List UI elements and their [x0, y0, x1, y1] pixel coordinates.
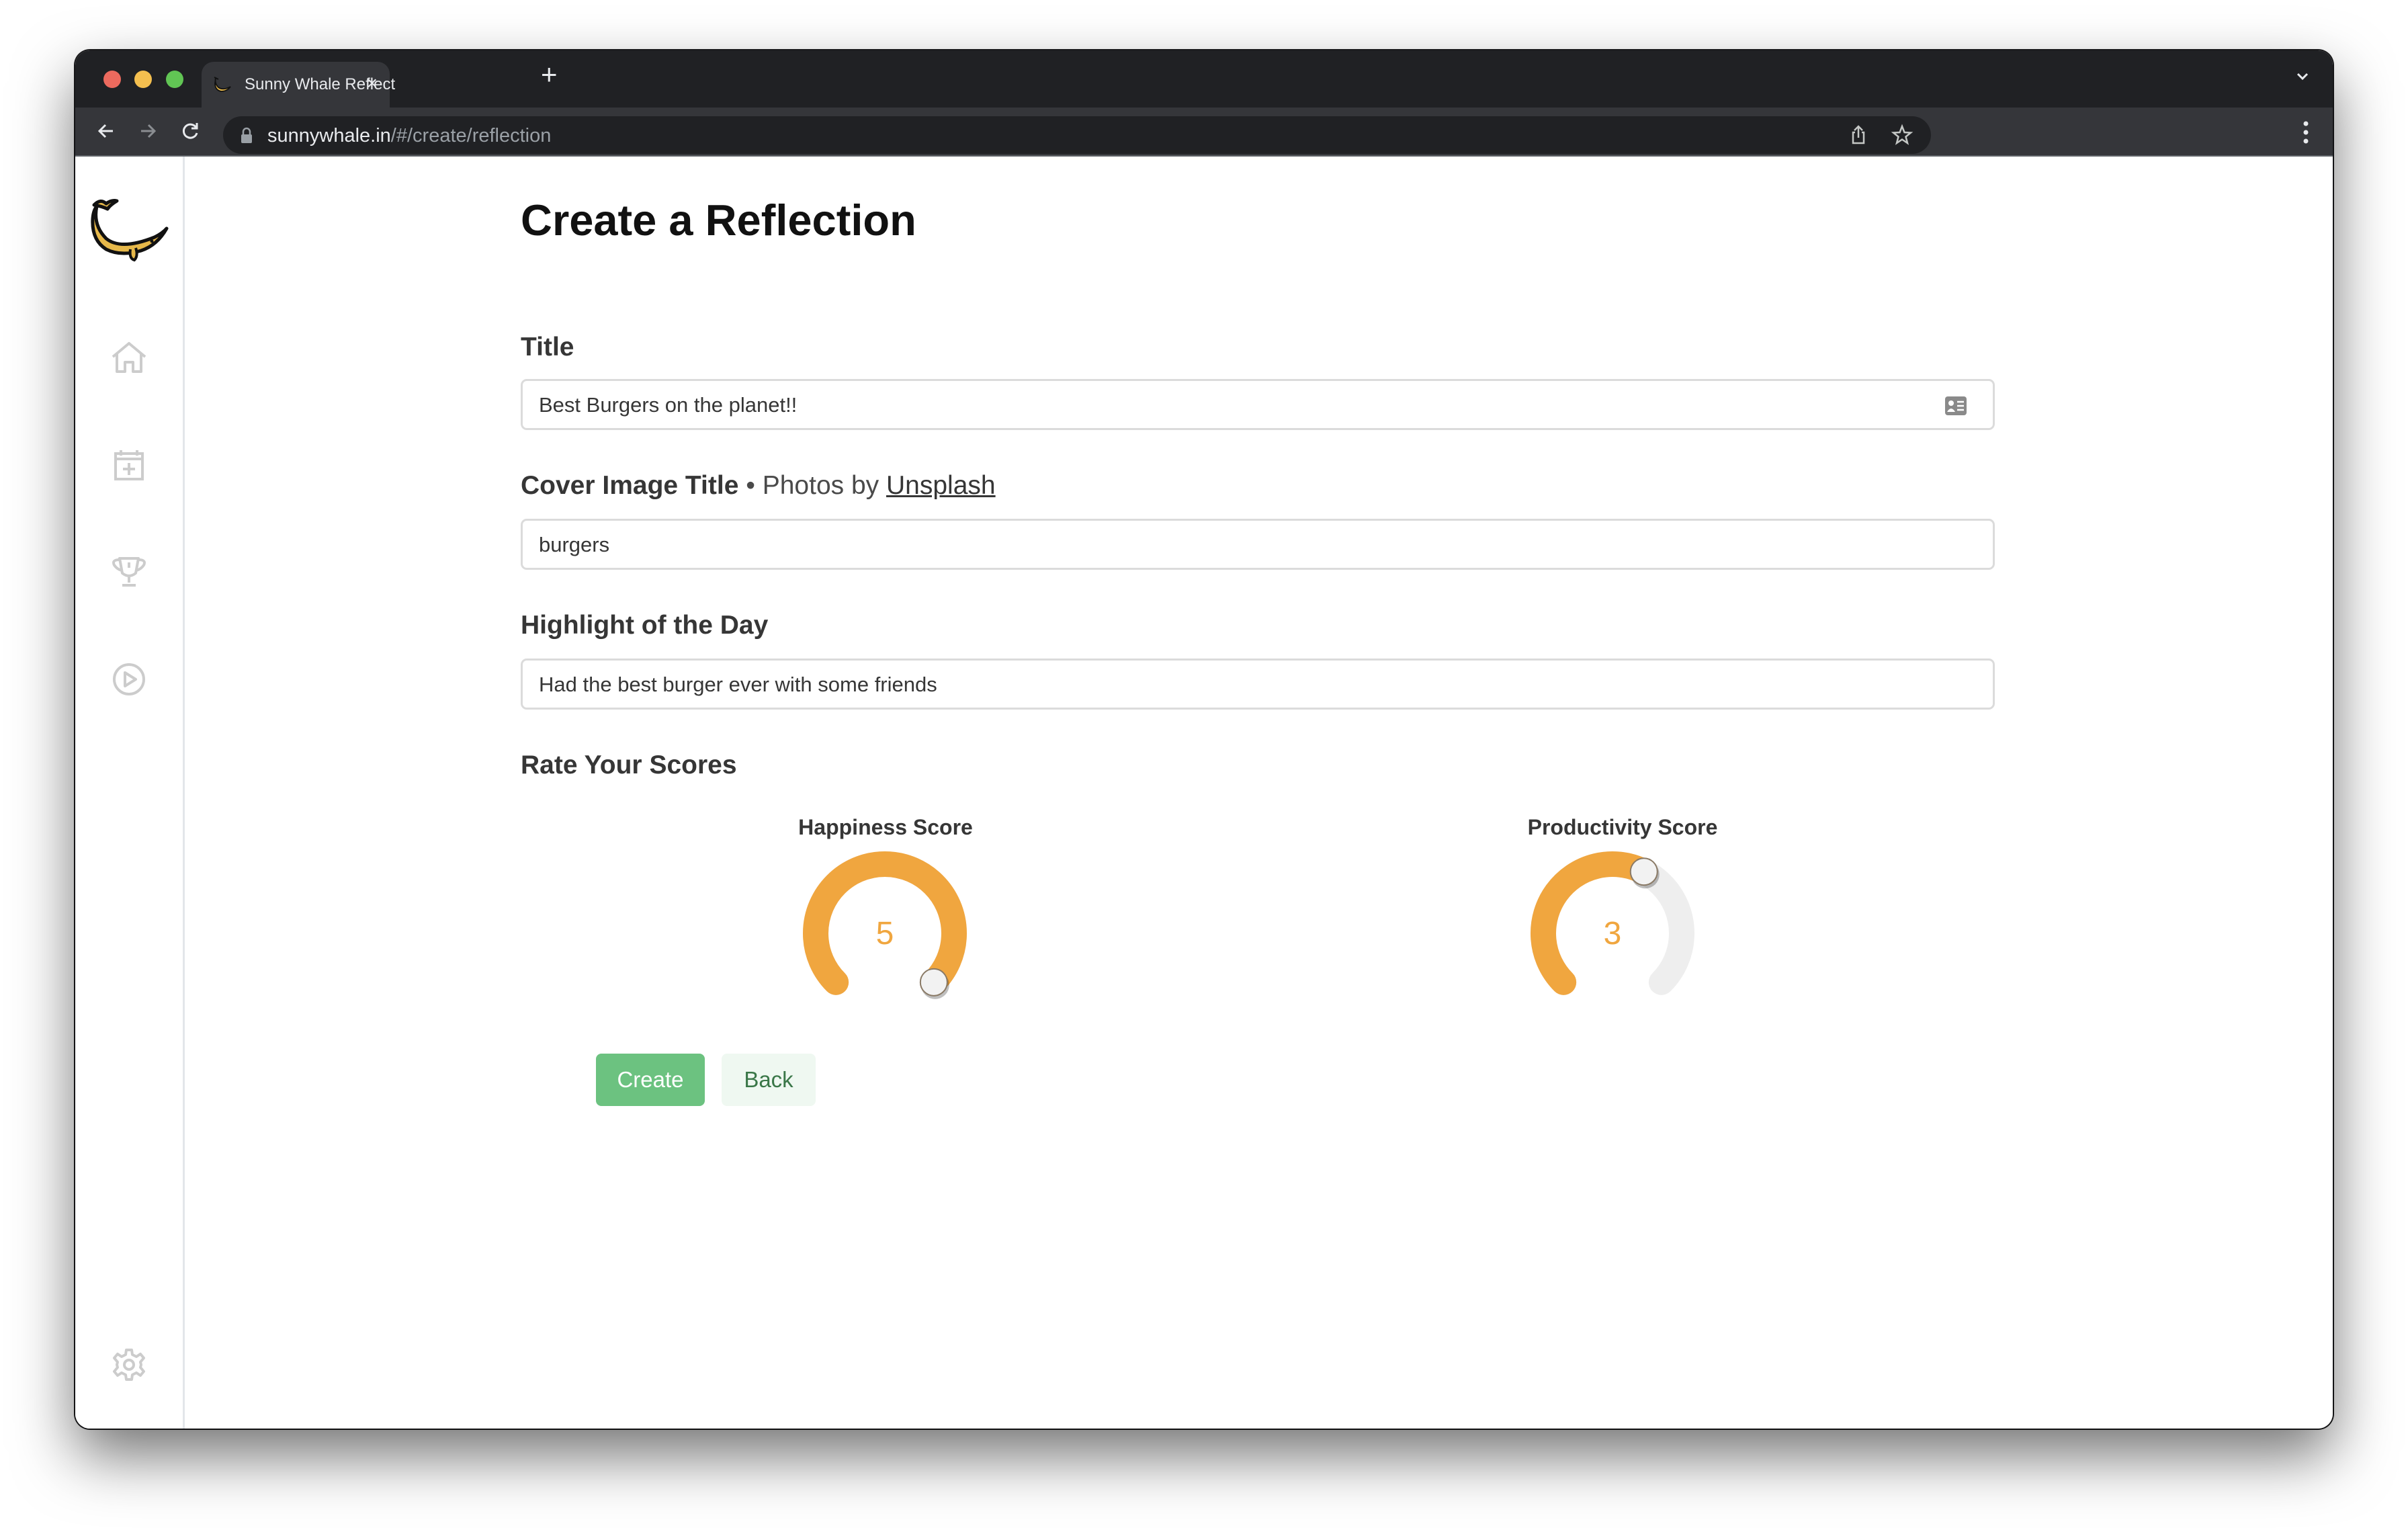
reload-icon[interactable] — [178, 119, 202, 143]
page-title: Create a Reflection — [521, 196, 916, 245]
happiness-score-label: Happiness Score — [798, 815, 973, 839]
title-label: Title — [521, 333, 574, 362]
url-text[interactable]: sunnywhale.in/#/create/reflection — [267, 125, 551, 147]
bookmark-star-icon[interactable] — [1890, 123, 1914, 147]
tab-close-icon[interactable]: × — [367, 73, 378, 94]
cover-image-label: Cover Image Title • Photos by Unsplash — [521, 471, 996, 501]
forward-arrow-icon[interactable] — [136, 119, 160, 143]
play-circle-icon[interactable] — [109, 659, 149, 699]
address-bar[interactable]: sunnywhale.in/#/create/reflection — [223, 116, 1931, 154]
productivity-score-value: 3 — [1603, 915, 1622, 951]
highlight-input[interactable] — [538, 661, 1918, 709]
productivity-score-knob[interactable]: 3 — [1518, 839, 1707, 1027]
chevron-down-icon[interactable] — [2291, 65, 2314, 88]
close-window-button[interactable] — [103, 71, 121, 88]
browser-tab[interactable]: Sunny Whale Reflect × — [202, 62, 395, 108]
maximize-window-button[interactable] — [166, 71, 183, 88]
create-button[interactable]: Create — [596, 1054, 705, 1106]
gear-icon[interactable] — [109, 1345, 149, 1385]
cover-image-field[interactable] — [521, 519, 1995, 570]
kebab-menu-icon[interactable] — [2299, 120, 2313, 145]
cover-image-label-text: Cover Image Title — [521, 471, 739, 500]
unsplash-link[interactable]: Unsplash — [886, 471, 996, 500]
home-icon[interactable] — [109, 338, 149, 378]
title-field[interactable] — [521, 379, 1995, 430]
url-path: /#/create/reflection — [390, 125, 552, 146]
browser-window: Sunny Whale Reflect × + sunnywhale.in/#/… — [75, 50, 2333, 1429]
rate-scores-label: Rate Your Scores — [521, 751, 737, 779]
minimize-window-button[interactable] — [134, 71, 152, 88]
title-input[interactable] — [538, 381, 1918, 429]
page-viewport: Create a Reflection Title Cover Image Ti… — [75, 157, 2333, 1429]
browser-toolbar: sunnywhale.in/#/create/reflection — [75, 108, 2333, 157]
trophy-icon[interactable] — [109, 552, 149, 592]
url-host: sunnywhale.in — [267, 125, 391, 146]
lock-icon — [241, 127, 252, 143]
contact-card-icon[interactable] — [1944, 396, 1967, 416]
whale-favicon-icon — [214, 77, 231, 92]
highlight-field[interactable] — [521, 659, 1995, 710]
sunny-whale-logo[interactable] — [87, 192, 169, 272]
back-arrow-icon[interactable] — [94, 119, 118, 143]
tab-bar: Sunny Whale Reflect × + — [75, 50, 2333, 108]
cover-image-input[interactable] — [538, 521, 1918, 569]
sidebar — [75, 157, 185, 1429]
share-icon[interactable] — [1846, 123, 1870, 147]
calendar-plus-icon[interactable] — [109, 445, 149, 486]
new-tab-button[interactable]: + — [541, 58, 558, 91]
happiness-score-value: 5 — [875, 915, 894, 951]
highlight-label: Highlight of the Day — [521, 611, 769, 640]
productivity-score-label: Productivity Score — [1527, 815, 1718, 839]
photos-by-text: • Photos by — [738, 471, 887, 500]
back-button[interactable]: Back — [722, 1054, 816, 1106]
happiness-score-knob[interactable]: 5 — [791, 839, 979, 1027]
